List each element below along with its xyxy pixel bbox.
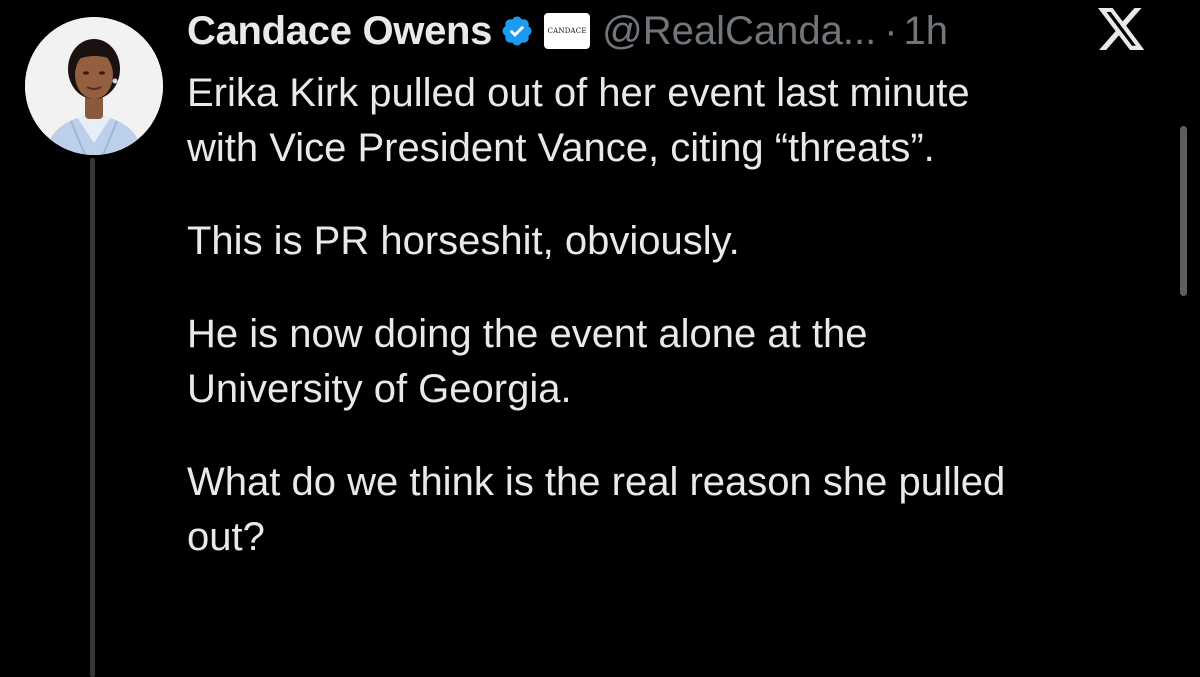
avatar-image (25, 17, 163, 155)
avatar[interactable] (25, 17, 163, 155)
separator-dot: · (884, 8, 898, 53)
tweet: Candace Owens CANDACE @RealCanda... · 1h… (0, 0, 1200, 677)
tweet-line: with Vice President Vance, citing “threa… (187, 126, 935, 170)
tweet-line: This is PR horseshit, obviously. (187, 219, 740, 263)
scrollbar-thumb[interactable] (1180, 126, 1187, 296)
tweet-paragraph: Erika Kirk pulled out of her event last … (187, 66, 1177, 176)
tweet-line: University of Georgia. (187, 367, 572, 411)
tweet-line: He is now doing the event alone at the (187, 312, 868, 356)
tweet-text: Erika Kirk pulled out of her event last … (187, 66, 1177, 565)
tweet-paragraph: This is PR horseshit, obviously. (187, 214, 1177, 269)
timestamp[interactable]: 1h (904, 9, 949, 54)
tweet-line: out? (187, 515, 265, 559)
tweet-paragraph: He is now doing the event alone at the U… (187, 307, 1177, 417)
user-handle[interactable]: @RealCanda... (602, 9, 876, 54)
verified-badge-icon[interactable] (500, 14, 534, 48)
tweet-paragraph: What do we think is the real reason she … (187, 455, 1177, 565)
tweet-header: Candace Owens CANDACE @RealCanda... · 1h (187, 4, 948, 58)
affiliate-badge[interactable]: CANDACE (544, 13, 591, 49)
tweet-line: Erika Kirk pulled out of her event last … (187, 71, 970, 115)
tweet-line: What do we think is the real reason she … (187, 460, 1006, 504)
thread-connector-line (90, 158, 95, 677)
display-name[interactable]: Candace Owens (187, 9, 492, 54)
x-logo-icon (1098, 8, 1146, 54)
